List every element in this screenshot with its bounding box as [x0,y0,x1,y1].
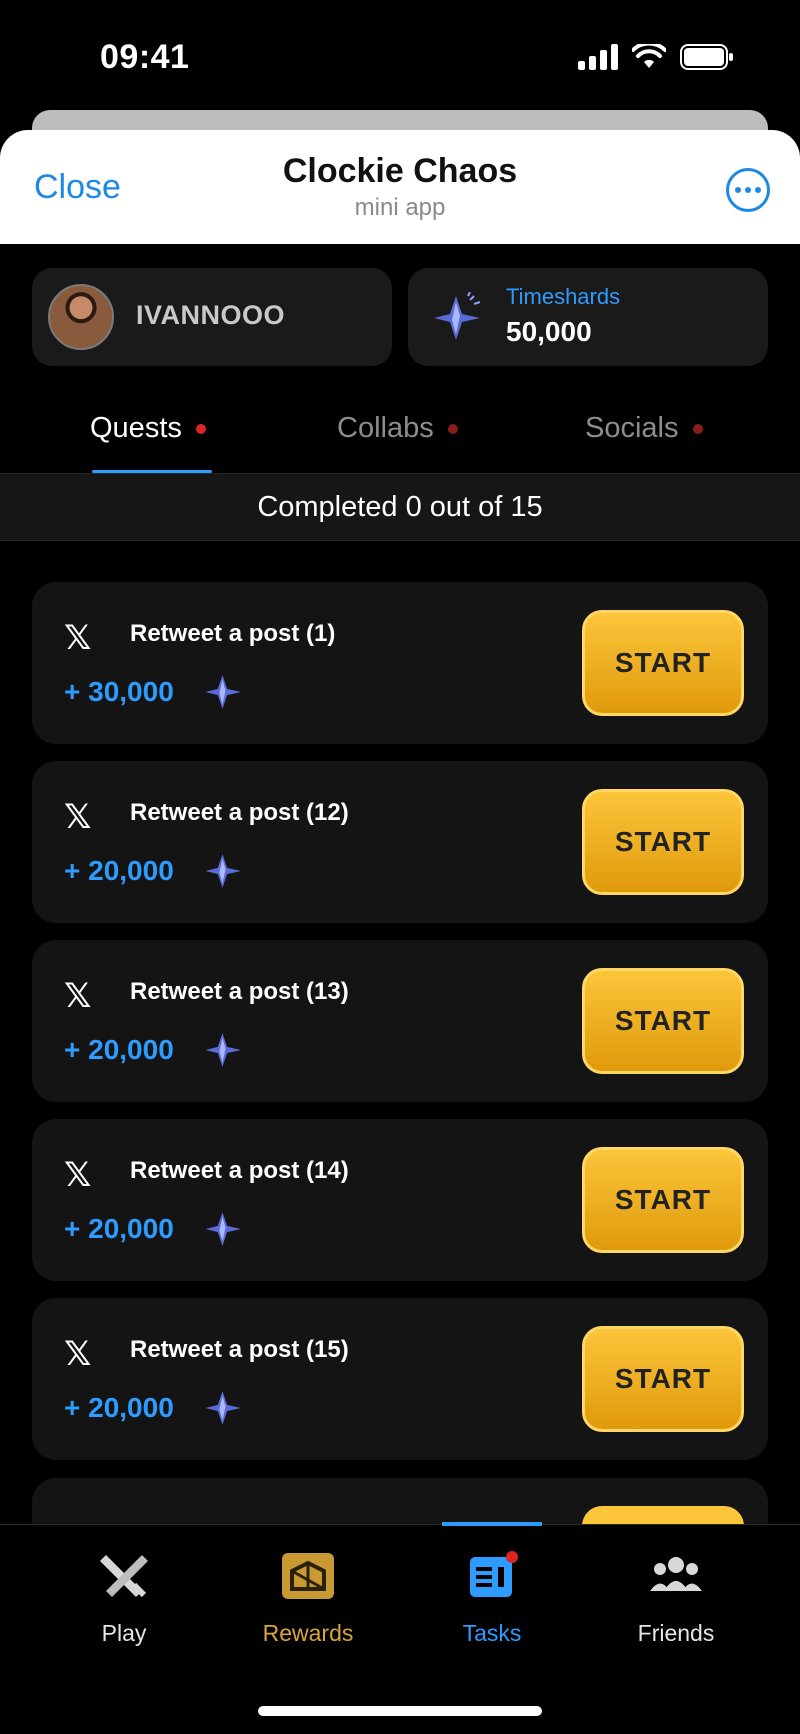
quest-card: 𝕏 Retweet a post (1) + 30,000 START [32,582,768,744]
nav-tasks[interactable]: Tasks [412,1551,572,1647]
timeshards-card: Timeshards 50,000 [408,268,768,366]
quest-reward: + 20,000 [64,1034,174,1065]
tab-collabs[interactable]: Collabs [337,412,458,445]
avatar [48,284,114,350]
quest-title: Retweet a post (12) [130,799,349,826]
more-options-icon[interactable] [726,168,770,212]
quest-reward: + 20,000 [64,855,174,886]
timeshard-gem-icon [205,675,241,709]
quest-title: Retweet a post (13) [130,978,349,1005]
nav-label: Rewards [262,1620,354,1646]
quest-reward: + 20,000 [64,1392,174,1423]
tab-label: Socials [585,412,679,444]
friends-icon [650,1557,702,1591]
timeshard-gem-icon [205,1391,241,1425]
nav-label: Play [101,1620,147,1646]
tasks-icon [470,1551,518,1597]
timeshard-gem-icon [434,292,481,340]
nav-rewards[interactable]: Rewards [228,1551,388,1647]
quest-reward: + 30,000 [64,676,174,707]
timeshard-gem-icon [205,854,241,888]
timeshards-label: Timeshards [506,284,621,309]
tab-socials[interactable]: Socials [585,412,703,445]
nav-friends[interactable]: Friends [596,1551,756,1647]
user-card[interactable]: IVANNOOO [32,268,392,366]
completion-status: Completed 0 out of 15 [0,473,800,541]
quest-title: Retweet a post (14) [130,1157,349,1184]
notification-dot [447,423,458,434]
timeshards-value: 50,000 [506,316,592,347]
quest-card: 𝕏 Retweet a post (13) + 20,000 START [32,940,768,1102]
status-bar: 09:41 [0,0,800,110]
nav-play[interactable]: Play [44,1551,204,1647]
notification-dot [195,423,206,434]
timeshard-gem-icon [205,1033,241,1067]
swords-icon [100,1555,148,1598]
battery-icon [680,44,733,70]
start-button[interactable]: START [582,610,744,716]
tab-label: Collabs [337,412,434,444]
tab-label: Quests [90,412,182,444]
cellular-signal-icon [578,44,618,70]
active-nav-indicator [442,1522,542,1526]
start-button[interactable]: START [582,968,744,1074]
notification-dot [692,423,703,434]
quest-reward: + 20,000 [64,1213,174,1244]
home-indicator[interactable] [258,1706,542,1716]
x-logo-icon: 𝕏 [64,618,92,658]
start-button[interactable]: START [582,1147,744,1253]
username: IVANNOOO [136,300,286,330]
quest-tabs: Quests Collabs Socials [0,398,800,474]
x-logo-icon: 𝕏 [64,797,92,837]
status-time: 09:41 [100,38,190,76]
quest-title: Retweet a post (15) [130,1336,349,1363]
tab-quests[interactable]: Quests [90,412,206,445]
quest-card: 𝕏 Retweet a post (15) + 20,000 START [32,1298,768,1460]
app-title: Clockie Chaos [282,152,518,190]
quest-card: 𝕏 Retweet a post (14) + 20,000 START [32,1119,768,1281]
quest-card: 𝕏 Retweet a post (12) + 20,000 START [32,761,768,923]
chest-icon [282,1553,334,1599]
x-logo-icon: 𝕏 [64,1334,92,1374]
start-button[interactable]: START [582,789,744,895]
bottom-nav: Play Rewards Tasks Friends [0,1524,800,1734]
nav-label: Tasks [462,1620,522,1646]
x-logo-icon: 𝕏 [64,976,92,1016]
app-subtitle: mini app [354,194,446,221]
wifi-icon [632,44,666,68]
start-button[interactable]: START [582,1326,744,1432]
timeshard-gem-icon [205,1212,241,1246]
quest-title: Retweet a post (1) [130,620,336,647]
status-icons [578,44,734,70]
app-header: Close Clockie Chaos mini app [0,130,800,244]
x-logo-icon: 𝕏 [64,1155,92,1195]
nav-label: Friends [637,1620,715,1646]
